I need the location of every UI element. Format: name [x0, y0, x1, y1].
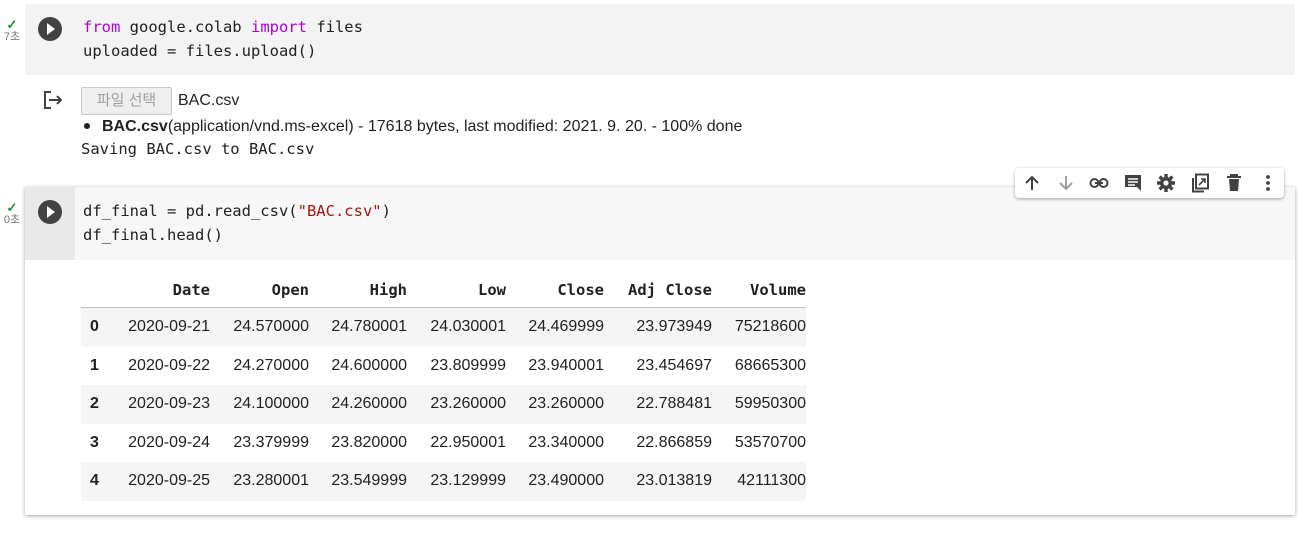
- code-line[interactable]: df_final.head(): [83, 223, 391, 247]
- row-index: 0: [90, 318, 99, 336]
- more-vert-icon[interactable]: [1258, 173, 1278, 193]
- column-header: Open: [210, 273, 309, 308]
- table-cell: 24.270000: [233, 356, 309, 374]
- table-cell: 59950300: [734, 395, 806, 413]
- code-line[interactable]: from google.colab import files: [83, 15, 363, 39]
- table-cell: 2020-09-22: [128, 356, 210, 374]
- code-cell-2[interactable]: df_final = pd.read_csv("BAC.csv") df_fina…: [25, 187, 1295, 515]
- column-header: Low: [407, 273, 506, 308]
- trash-icon[interactable]: [1224, 173, 1244, 193]
- check-icon: ✓: [6, 17, 18, 32]
- table-cell: 2020-09-21: [128, 318, 210, 336]
- table-cell: 42111300: [737, 472, 806, 490]
- table-cell: 75218600: [734, 318, 806, 336]
- run-cell-button[interactable]: [38, 17, 62, 41]
- table-cell: 24.469999: [528, 318, 604, 336]
- table-row: 4 2020-09-25 23.280001 23.549999 23.129999 23…: [81, 462, 806, 501]
- table-cell: 68665300: [734, 356, 806, 374]
- cell1-code-editor[interactable]: from google.colab import files uploaded =…: [83, 15, 363, 63]
- table-row: 0 2020-09-21 24.570000 24.780001 24.030001 24…: [81, 307, 806, 347]
- cell2-status: ✓ 0초: [0, 201, 24, 226]
- row-index: 2: [90, 395, 99, 413]
- check-icon: ✓: [6, 200, 18, 215]
- run-cell-button[interactable]: [38, 200, 62, 224]
- mirror-cell-icon[interactable]: [1190, 173, 1210, 193]
- table-cell: 53570700: [734, 433, 806, 451]
- row-index: 1: [90, 356, 99, 374]
- table-cell: 22.788481: [636, 395, 712, 413]
- upload-status-item: BAC.csv(application/vnd.ms-excel) - 1761…: [84, 118, 742, 136]
- code-cell-1[interactable]: from google.colab import files uploaded =…: [25, 4, 1295, 75]
- code-line[interactable]: df_final = pd.read_csv("BAC.csv"): [83, 199, 391, 223]
- saving-message: Saving BAC.csv to BAC.csv: [81, 140, 315, 158]
- column-header: Close: [506, 273, 604, 308]
- table-cell: 23.973949: [636, 318, 712, 336]
- upload-details: (application/vnd.ms-excel) - 17618 bytes…: [167, 118, 743, 135]
- cell1-status: ✓ 7초: [0, 18, 24, 43]
- column-header: Date: [118, 273, 210, 308]
- table-cell: 23.809999: [430, 356, 506, 374]
- cell1-duration: 7초: [3, 31, 21, 43]
- row-index: 4: [90, 472, 99, 490]
- comment-icon[interactable]: [1123, 173, 1143, 193]
- cell2-gutter: [25, 187, 75, 260]
- table-cell: 2020-09-23: [128, 395, 210, 413]
- table-cell: 23.379999: [233, 433, 309, 451]
- table-cell: 23.260000: [430, 395, 506, 413]
- choose-file-button[interactable]: 파일 선택: [81, 87, 172, 115]
- column-header: High: [309, 273, 407, 308]
- cell-toolbar: [1015, 168, 1284, 198]
- table-cell: 23.260000: [528, 395, 604, 413]
- table-cell: 22.866859: [636, 433, 712, 451]
- row-index: 3: [90, 433, 99, 451]
- selected-file-name: BAC.csv: [178, 92, 240, 109]
- code-line[interactable]: uploaded = files.upload(): [83, 39, 363, 63]
- table-row: 2 2020-09-23 24.100000 24.260000 23.260000 23…: [81, 385, 806, 424]
- gear-icon[interactable]: [1156, 173, 1176, 193]
- table-cell: 2020-09-25: [128, 472, 210, 490]
- cell2-code[interactable]: df_final = pd.read_csv("BAC.csv") df_fina…: [83, 199, 391, 247]
- table-row: 3 2020-09-24 23.379999 23.820000 22.950001 23…: [81, 424, 806, 463]
- table-cell: 23.013819: [636, 472, 712, 490]
- table-cell: 23.454697: [636, 356, 712, 374]
- table-cell: 23.820000: [331, 433, 407, 451]
- uploaded-file-name: BAC.csv: [102, 118, 168, 135]
- table-cell: 24.100000: [233, 395, 309, 413]
- table-cell: 24.570000: [233, 318, 309, 336]
- output-exit-icon[interactable]: [42, 90, 64, 110]
- table-cell: 23.340000: [528, 433, 604, 451]
- table-cell: 2020-09-24: [128, 433, 210, 451]
- table-cell: 23.549999: [331, 472, 407, 490]
- column-header: Volume: [712, 273, 806, 308]
- arrow-up-icon[interactable]: [1022, 173, 1042, 193]
- table-cell: 24.780001: [331, 318, 407, 336]
- column-header: [81, 273, 118, 308]
- table-cell: 24.030001: [430, 318, 506, 336]
- table-cell: 24.600000: [331, 356, 407, 374]
- table-row: 1 2020-09-22 24.270000 24.600000 23.809999 23…: [81, 347, 806, 386]
- table-cell: 22.950001: [430, 433, 506, 451]
- column-header: Adj Close: [604, 273, 712, 308]
- table-cell: 23.940001: [528, 356, 604, 374]
- table-cell: 23.280001: [233, 472, 309, 490]
- dataframe-table: Date Open High Low Close Adj Close Volume 0 202…: [81, 273, 806, 501]
- link-icon[interactable]: [1089, 173, 1109, 193]
- table-cell: 23.490000: [528, 472, 604, 490]
- table-cell: 23.129999: [430, 472, 506, 490]
- arrow-down-icon[interactable]: [1056, 173, 1076, 193]
- cell2-duration: 0초: [3, 214, 21, 226]
- table-cell: 24.260000: [331, 395, 407, 413]
